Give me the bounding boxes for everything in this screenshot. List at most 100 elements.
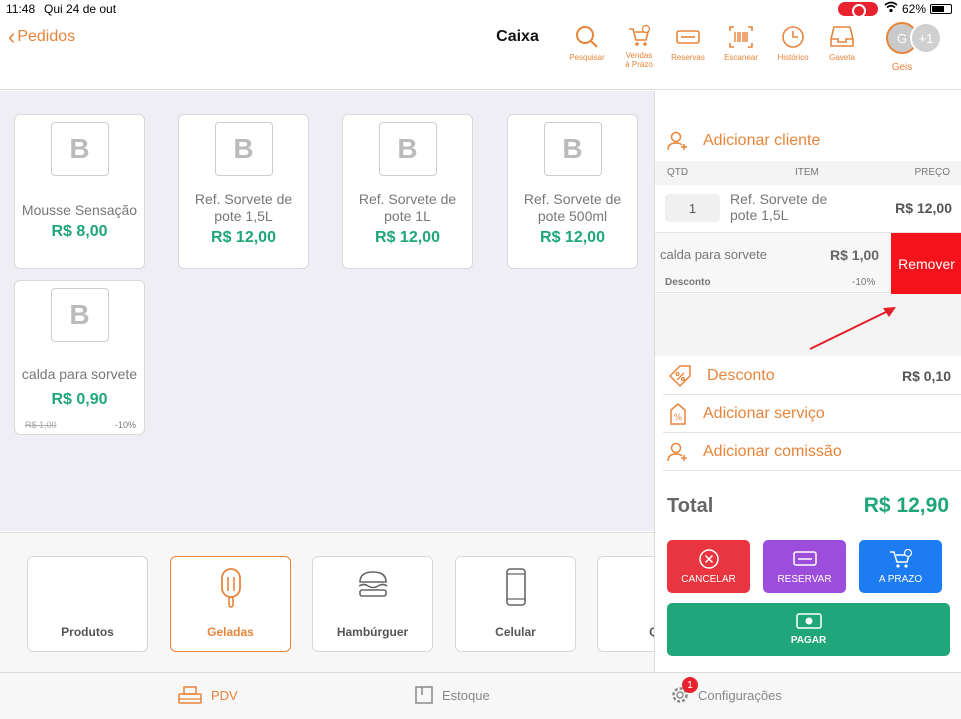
category-label: Hambúrguer [336,625,409,639]
category-label: Celular [495,625,536,639]
barcode-icon [729,26,753,48]
tab-label: Estoque [442,687,490,703]
add-service-label: Adicionar serviço [703,404,825,422]
notification-badge: 1 [682,677,698,693]
tool-label: Pesquisar [569,53,605,62]
term-sale-button[interactable]: A PRAZO [859,540,942,593]
clock-icon [782,26,804,48]
col-price: PREÇO [914,167,950,178]
popsicle-icon [220,568,241,608]
user-avatars[interactable]: G +1 [884,22,944,56]
product-price: R$ 12,00 [211,229,276,246]
sub-item-discount-value: -10% [852,277,876,288]
user-name: Geis [891,62,913,73]
category-label: Geladas [207,625,254,639]
annotation-arrow-icon [809,307,896,350]
search-tool-button[interactable]: Pesquisar [557,24,617,62]
product-name: Mousse Sensação [21,202,138,218]
cart-item-row[interactable]: 1 Ref. Sorvete de pote 1,5L R$ 12,00 [655,185,961,231]
add-commission-button[interactable]: Adicionar comissão [663,433,961,471]
search-icon [576,26,598,48]
product-thumbnail: B [378,122,437,176]
sub-item-name: calda para sorvete [660,247,767,262]
tool-label: Escanear [724,53,758,62]
drawer-icon [830,26,854,47]
product-card[interactable]: B Ref. Sorvete de pote 1L R$ 12,00 [342,114,473,269]
drawer-tool-button[interactable]: Gaveta [812,24,872,62]
product-name: calda para sorvete [21,365,138,382]
category-label: Qu [598,625,654,639]
status-date: Qui 24 de out [44,2,117,16]
cancel-label: CANCELAR [681,574,736,585]
battery-icon [930,4,952,14]
col-item: ITEM [795,167,819,178]
add-commission-label: Adicionar comissão [703,442,842,460]
wifi-icon [884,1,898,16]
chevron-left-icon: ‹ [8,24,16,49]
reservations-tool-button[interactable]: Reservas [658,24,718,62]
cart-sub-item-row[interactable]: calda para sorvete R$ 1,00 Desconto -10%… [655,232,961,294]
burger-icon [358,571,387,597]
product-card[interactable]: B Mousse Sensação R$ 8,00 [14,114,145,269]
back-button[interactable]: ‹ Pedidos [8,24,76,49]
add-person-icon [667,131,687,151]
col-qty: QTD [667,167,689,178]
category-cellphone[interactable]: Celular [455,556,576,652]
top-navigation: ‹ Pedidos Caixa Pesquisar Vendas à Prazo… [0,18,961,90]
tool-label: Reservas [671,53,705,62]
service-tag-icon: % [670,402,686,425]
product-thumbnail: B [50,122,109,176]
bottom-tab-bar: PDV Estoque 1 Configurações [0,672,961,719]
reserve-label: RESERVAR [777,574,832,585]
discount-label: Desconto [707,366,775,384]
back-label: Pedidos [17,28,76,45]
category-geladas[interactable]: Geladas [170,556,291,652]
product-price: R$ 12,00 [540,229,605,246]
remove-button[interactable]: Remover [891,233,961,294]
sub-item-price: R$ 1,00 [830,247,880,263]
tab-stock[interactable]: Estoque [414,685,490,705]
quantity-field[interactable]: 1 [665,194,720,222]
status-bar: 11:48 Qui 24 de out 62% [0,0,961,18]
product-card[interactable]: B Ref. Sorvete de pote 500ml R$ 12,00 [507,114,638,269]
product-old-price: R$ 1,00 [25,420,57,430]
discount-row[interactable]: Desconto R$ 0,10 [663,357,961,395]
add-client-button[interactable]: Adicionar cliente [663,122,961,160]
tab-label: Configurações [698,687,782,703]
tab-pdv[interactable]: PDV [177,685,238,705]
sub-item-discount-label: Desconto [665,277,711,288]
reserve-button[interactable]: RESERVAR [763,540,846,593]
tab-label: PDV [211,687,238,703]
settings-icon-wrapper: 1 [670,677,698,705]
screen-recording-icon [838,2,878,18]
term-sale-label: A PRAZO [878,574,923,585]
pay-button[interactable]: PAGAR [667,603,950,656]
page-title: Caixa [496,28,539,45]
product-card[interactable]: B calda para sorvete R$ 0,90 R$ 1,00 -10… [14,280,145,435]
avatar-more: +1 [910,22,942,54]
cart-clock-icon [629,24,651,46]
category-hamburger[interactable]: Hambúrguer [312,556,433,652]
tool-label: Gaveta [829,53,855,62]
category-icon [641,567,655,601]
cancel-button[interactable]: CANCELAR [667,540,750,593]
product-price: R$ 8,00 [51,223,108,240]
cart-item-name: Ref. Sorvete de pote 1,5L [730,191,828,223]
pay-label: PAGAR [790,635,827,646]
product-discount: -10% [114,420,136,430]
cart-item-price: R$ 12,00 [895,200,952,216]
category-products[interactable]: Produtos [27,556,148,652]
product-name: Ref. Sorvete de pote 1,5L [194,191,293,224]
add-service-button[interactable]: % Adicionar serviço [663,395,961,433]
category-partial[interactable]: Qu [597,556,654,652]
cart-panel: Adicionar cliente QTD ITEM PREÇO 1 Ref. … [654,91,961,672]
phone-icon [505,568,526,606]
product-card[interactable]: B Ref. Sorvete de pote 1,5L R$ 12,00 [178,114,309,269]
discount-value: R$ 0,10 [901,367,951,384]
tab-settings[interactable]: 1 Configurações [670,677,782,705]
category-strip: Produtos Geladas Hambúrguer Celular Qu [0,532,654,672]
battery-percent: 62% [902,2,927,16]
scan-tool-button[interactable]: Escanear [711,24,771,62]
product-grid: B Mousse Sensação R$ 8,00 B Ref. Sorvete… [0,91,654,531]
cash-register-icon [178,686,202,704]
